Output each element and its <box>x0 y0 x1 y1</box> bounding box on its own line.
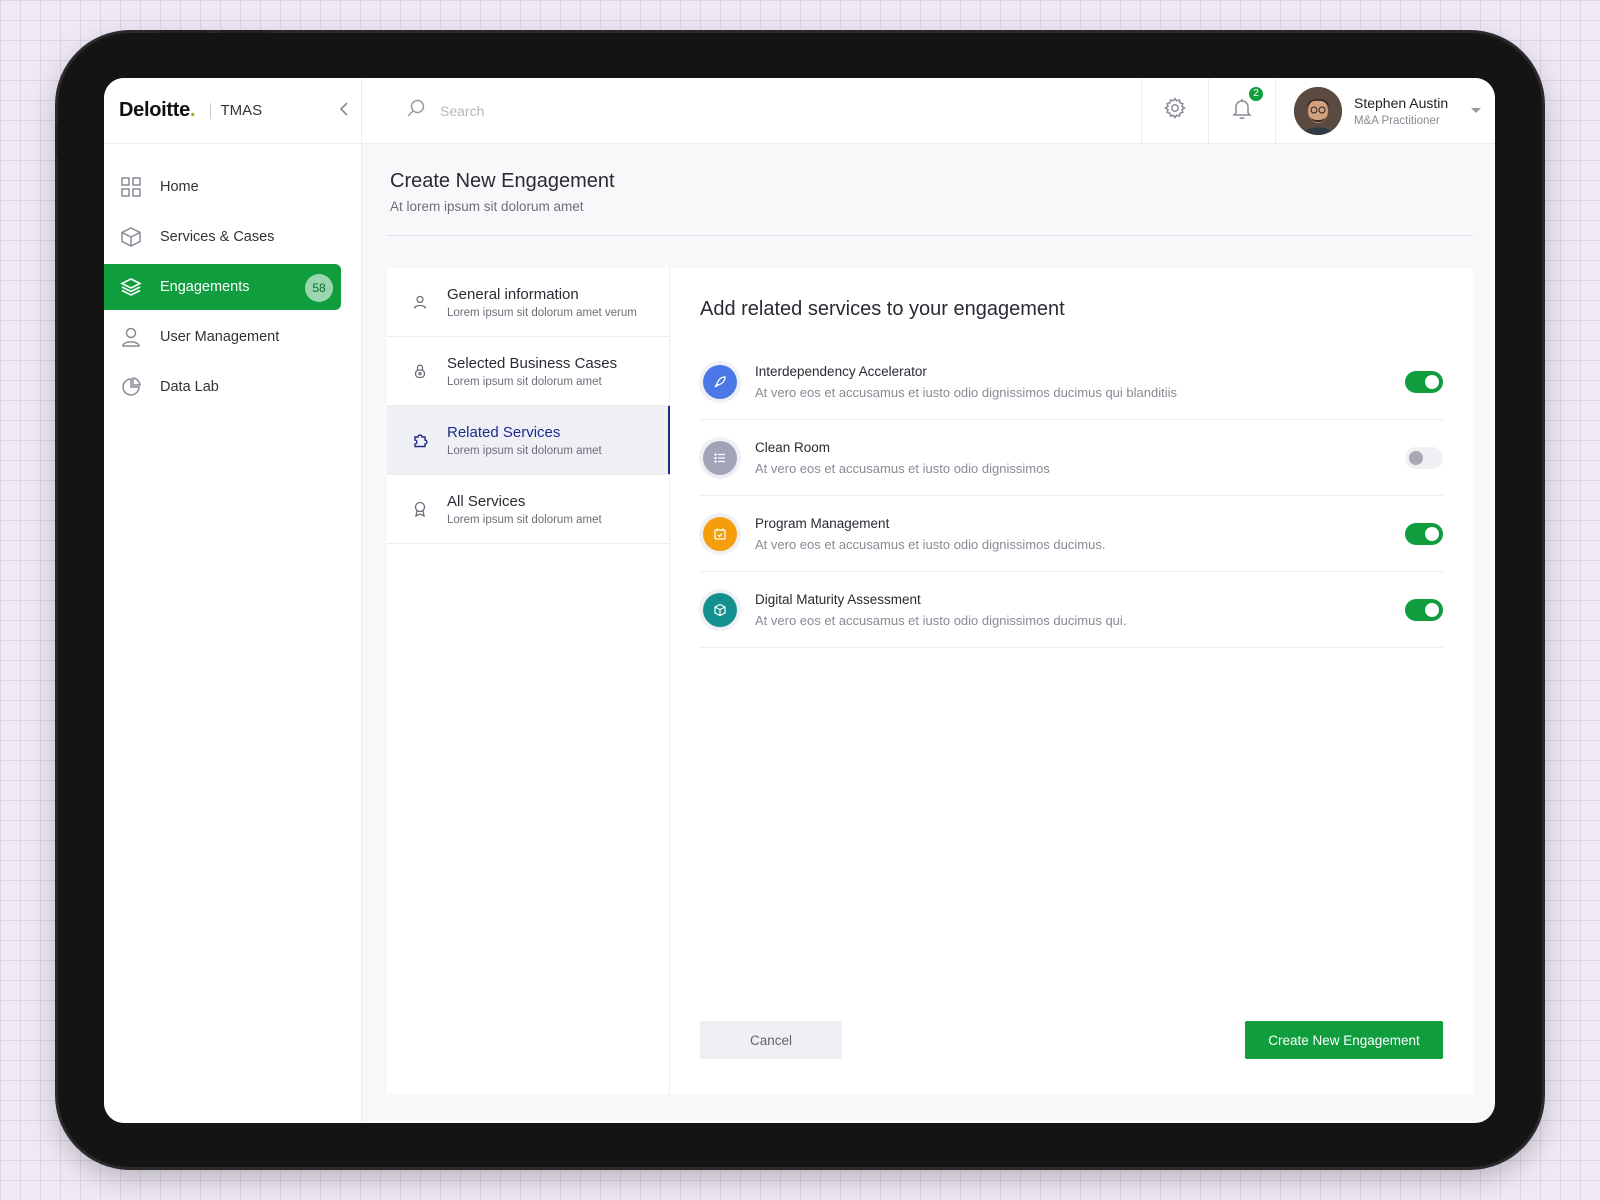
layers-icon <box>120 276 142 298</box>
deloitte-logo-dot: . <box>189 99 196 121</box>
step-title: General information <box>447 285 579 303</box>
chevron-down-icon <box>1471 107 1481 113</box>
collapse-sidebar-icon[interactable] <box>339 100 349 121</box>
app-name: TMAS <box>220 102 263 119</box>
topbar: 2 Stephen Austin M&A Practitioner <box>362 78 1495 144</box>
cube-icon <box>120 226 142 248</box>
service-row-interdependency-accelerator: Interdependency Accelerator At vero eos … <box>700 344 1443 420</box>
service-row-clean-room: Clean Room At vero eos et accusamus et i… <box>700 420 1443 496</box>
step-all-services[interactable]: All Services Lorem ipsum sit dolorum ame… <box>387 475 669 544</box>
user-menu[interactable]: Stephen Austin M&A Practitioner <box>1275 78 1495 144</box>
service-toggle[interactable] <box>1405 371 1443 393</box>
sidebar-item-label: Services & Cases <box>160 229 275 245</box>
step-subtitle: Lorem ipsum sit dolorum amet <box>447 444 602 457</box>
step-subtitle: Lorem ipsum sit dolorum amet <box>447 375 602 388</box>
toggle-knob <box>1425 603 1439 617</box>
user-name: Stephen Austin <box>1354 94 1449 111</box>
service-description: At vero eos et accusamus et iusto odio d… <box>755 536 1106 552</box>
service-description: At vero eos et accusamus et iusto odio d… <box>755 460 1050 476</box>
toggle-knob <box>1425 527 1439 541</box>
service-title: Digital Maturity Assessment <box>755 591 921 607</box>
step-title: Related Services <box>447 423 561 441</box>
search-icon <box>406 98 426 123</box>
tablet-button <box>220 30 270 33</box>
sidebar-nav: Home Services & Cases Engagements 58 Use… <box>104 144 361 410</box>
user-icon <box>411 293 429 311</box>
create-engagement-button[interactable]: Create New Engagement <box>1245 1021 1443 1059</box>
step-subtitle: Lorem ipsum sit dolorum amet verum <box>447 306 637 319</box>
service-row-digital-maturity-assessment: Digital Maturity Assessment At vero eos … <box>700 572 1443 648</box>
sidebar-item-engagements[interactable]: Engagements 58 <box>104 264 341 310</box>
related-services-panel: Add related services to your engagement … <box>670 268 1473 1094</box>
puzzle-icon <box>411 431 429 449</box>
notification-count-badge: 2 <box>1247 84 1265 103</box>
engagements-count-badge: 58 <box>305 274 333 302</box>
services-list: Interdependency Accelerator At vero eos … <box>700 344 1443 648</box>
tablet-button <box>55 125 58 157</box>
service-description: At vero eos et accusamus et iusto odio d… <box>755 384 1177 400</box>
sidebar-item-home[interactable]: Home <box>104 164 341 210</box>
step-subtitle: Lorem ipsum sit dolorum amet <box>447 513 602 526</box>
rocket-icon <box>703 364 737 399</box>
page-title: Create New Engagement <box>390 170 615 192</box>
user-info: Stephen Austin M&A Practitioner <box>1354 95 1448 127</box>
sidebar-item-label: Home <box>160 179 199 195</box>
notifications-button[interactable]: 2 <box>1208 78 1275 144</box>
search-bar <box>362 98 1141 123</box>
service-title: Interdependency Accelerator <box>755 363 927 379</box>
user-role: M&A Practitioner <box>1354 114 1440 127</box>
deloitte-logo: Deloitte <box>119 99 190 121</box>
brand-divider <box>209 102 211 119</box>
step-general-information[interactable]: General information Lorem ipsum sit dolo… <box>387 268 669 337</box>
sidebar: Deloitte. TMAS Home Services & Cases Eng… <box>104 78 362 1123</box>
service-toggle[interactable] <box>1405 447 1443 469</box>
gear-icon <box>1163 96 1187 125</box>
list-icon <box>703 440 737 475</box>
step-title: Selected Business Cases <box>447 354 618 372</box>
service-toggle[interactable] <box>1405 523 1443 545</box>
header-divider <box>387 235 1473 236</box>
sidebar-item-data-lab[interactable]: Data Lab <box>104 364 341 410</box>
cancel-button[interactable]: Cancel <box>700 1021 842 1059</box>
box-icon <box>703 592 737 627</box>
service-title: Program Management <box>755 515 890 531</box>
sidebar-item-user-management[interactable]: User Management <box>104 314 341 360</box>
service-title: Clean Room <box>755 439 831 455</box>
service-row-program-management: Program Management At vero eos et accusa… <box>700 496 1443 572</box>
step-selected-business-cases[interactable]: Selected Business Cases Lorem ipsum sit … <box>387 337 669 406</box>
calendar-icon <box>703 516 737 551</box>
brand-header: Deloitte. TMAS <box>104 78 361 144</box>
sidebar-item-label: Data Lab <box>160 379 219 395</box>
sidebar-item-services-cases[interactable]: Services & Cases <box>104 214 341 260</box>
lock-icon <box>411 362 429 380</box>
page-header: Create New Engagement At lorem ipsum sit… <box>390 170 615 214</box>
toggle-knob <box>1409 451 1423 465</box>
section-title: Add related services to your engagement <box>700 298 1065 320</box>
avatar <box>1294 86 1342 135</box>
tablet-button <box>158 30 208 33</box>
service-description: At vero eos et accusamus et iusto odio d… <box>755 612 1127 628</box>
user-icon <box>120 326 142 348</box>
page-subtitle: At lorem ipsum sit dolorum amet <box>390 199 584 214</box>
service-toggle[interactable] <box>1405 599 1443 621</box>
grid-icon <box>120 176 142 198</box>
sidebar-item-label: User Management <box>160 329 280 345</box>
toggle-knob <box>1425 375 1439 389</box>
wizard-steps: General information Lorem ipsum sit dolo… <box>387 268 670 1094</box>
step-title: All Services <box>447 492 526 510</box>
step-related-services[interactable]: Related Services Lorem ipsum sit dolorum… <box>387 406 670 475</box>
app-screen: Deloitte. TMAS Home Services & Cases Eng… <box>104 78 1495 1123</box>
search-input[interactable] <box>440 102 740 119</box>
sidebar-item-label: Engagements <box>160 279 250 295</box>
settings-button[interactable] <box>1141 78 1208 144</box>
pie-chart-icon <box>120 376 142 398</box>
award-icon <box>411 500 429 518</box>
